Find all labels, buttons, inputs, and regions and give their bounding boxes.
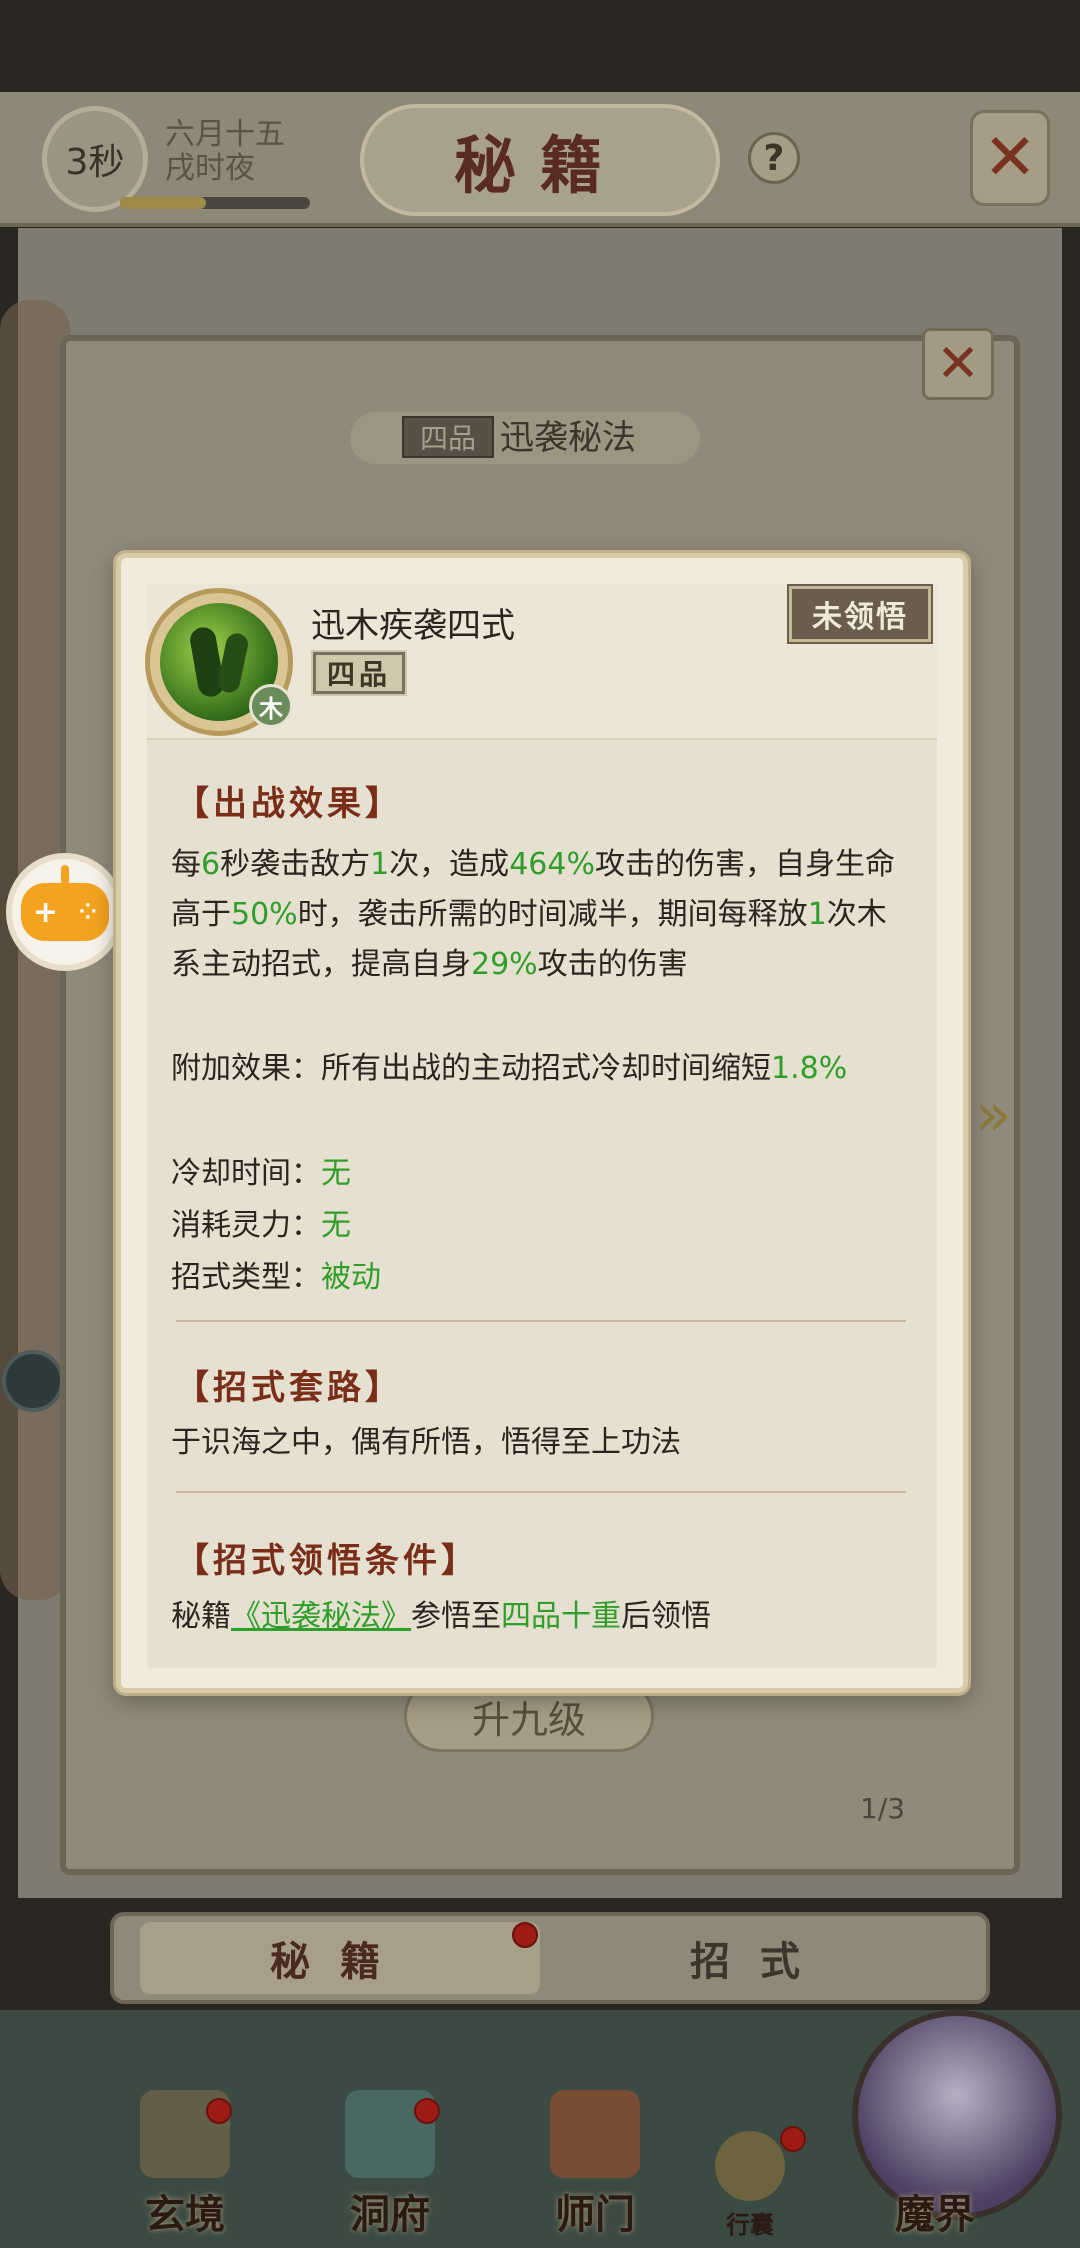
cooldown-row: 冷却时间：无 (171, 1148, 351, 1192)
skill-detail-popup: 木 迅木疾袭四式 四品 未领悟 【出战效果】 每6秒袭击敌方1次，造成464%攻… (116, 553, 968, 1693)
help-icon[interactable]: ? (748, 132, 800, 184)
condition-suffix: 后领悟 (621, 1599, 711, 1634)
book-link[interactable]: 《迅袭秘法》 (231, 1599, 411, 1634)
divider (176, 1320, 906, 1322)
text-fragment: 攻击的伤害 (537, 947, 688, 982)
routine-text: 于识海之中，偶有所悟，悟得至上功法 (171, 1425, 681, 1460)
nav-dongfu[interactable]: 洞府 (315, 2090, 465, 2240)
highlight-value: 50% (231, 897, 298, 932)
type-row: 招式类型：被动 (171, 1252, 381, 1296)
leaf-shape (216, 631, 250, 695)
highlight-value: 1 (807, 897, 827, 932)
gamepad-plus: + (33, 894, 59, 930)
gamepad-dots: ⁘ (78, 899, 97, 925)
condition-prefix: 秘籍 (171, 1599, 231, 1634)
bead-decoration (2, 1350, 64, 1412)
type-value: 被动 (321, 1260, 381, 1295)
condition-level: 四品十重 (501, 1599, 621, 1634)
cost-value: 无 (321, 1208, 351, 1243)
gamepad-stem (61, 865, 69, 885)
text-fragment: 时，袭击所需的时间减半，期间每释放 (297, 897, 808, 932)
cost-row: 消耗灵力：无 (171, 1200, 351, 1244)
type-label: 招式类型： (171, 1260, 321, 1295)
nav-dongfu-notification-dot (414, 2098, 440, 2124)
next-page-arrow-icon[interactable]: » (975, 1080, 1012, 1150)
condition-text: 秘籍《迅袭秘法》参悟至四品十重后领悟 (171, 1592, 916, 1642)
nav-label: 洞府 (350, 2191, 430, 2238)
tab-miji-notification-dot (512, 1922, 538, 1948)
timer-text: 3秒 (65, 142, 125, 183)
tab-miji[interactable]: 秘籍 (140, 1922, 540, 1994)
extra-effect-label: 附加效果：所有出战的主动招式冷却时间缩短 (171, 1051, 771, 1086)
nav-label: 魔界 (895, 2191, 975, 2238)
game-date: 六月十五 戌时夜 (165, 118, 285, 186)
book-grade-badge: 四品 (402, 416, 494, 458)
book-title: 迅袭秘法 (500, 418, 636, 458)
nav-label: 师门 (555, 2191, 635, 2238)
popup-content-bg (147, 584, 937, 1668)
close-icon[interactable]: ✕ (970, 110, 1050, 206)
condition-title: 【招式领悟条件】 (175, 1541, 479, 1581)
nav-shimen[interactable]: 师门 (520, 2090, 670, 2240)
date-line-2: 戌时夜 (165, 151, 255, 186)
battle-effect-title: 【出战效果】 (175, 784, 403, 824)
nav-mojie[interactable]: 魔界 (860, 2090, 1010, 2240)
timer-progress-bar (120, 197, 310, 209)
highlight-value: 1 (370, 847, 390, 882)
date-line-1: 六月十五 (165, 117, 285, 152)
book-close-icon[interactable]: ✕ (922, 328, 994, 400)
extra-effect-value: 1.8% (771, 1051, 848, 1086)
text-fragment: 次，造成 (389, 847, 510, 882)
condition-middle: 参悟至 (411, 1599, 501, 1634)
page-title-plate: 秘籍 (360, 104, 720, 216)
nav-xuanjing[interactable]: 玄境 (110, 2090, 260, 2240)
bag-icon (715, 2131, 785, 2201)
gamepad-float-button[interactable]: + ⁘ (6, 853, 124, 971)
nav-xuanjing-notification-dot (206, 2098, 232, 2124)
nav-xingnang-notification-dot (780, 2126, 806, 2152)
nav-label: 行囊 (726, 2211, 774, 2239)
skill-grade-badge: 四品 (311, 650, 407, 696)
tab-zhaoshi[interactable]: 招式 (560, 1922, 960, 1994)
nav-xingnang[interactable]: 行囊 (690, 2090, 810, 2240)
highlight-value: 6 (201, 847, 221, 882)
battle-effect-text: 每6秒袭击敌方1次，造成464%攻击的伤害，自身生命高于50%时，袭击所需的时间… (171, 840, 916, 990)
skill-name: 迅木疾袭四式 (311, 606, 515, 646)
highlight-value: 29% (471, 947, 538, 982)
nav-label: 玄境 (145, 2191, 225, 2238)
text-fragment: 秒袭击敌方 (220, 847, 371, 882)
text-fragment: 每 (171, 847, 201, 882)
page-indicator: 1/3 (860, 1792, 906, 1825)
highlight-value: 464% (509, 847, 595, 882)
element-wood-badge: 木 (249, 684, 293, 728)
page-title: 秘籍 (453, 129, 626, 202)
skill-status-badge: 未领悟 (787, 584, 933, 644)
divider (176, 1491, 906, 1493)
cost-label: 消耗灵力： (171, 1208, 321, 1243)
banner-icon (550, 2090, 640, 2178)
extra-effect-text: 附加效果：所有出战的主动招式冷却时间缩短1.8% (171, 1044, 916, 1094)
timer-progress-fill (120, 197, 206, 209)
cooldown-value: 无 (321, 1156, 351, 1191)
gamepad-icon: + ⁘ (21, 865, 109, 941)
cooldown-label: 冷却时间： (171, 1156, 321, 1191)
status-bar-area (0, 0, 1080, 90)
routine-title: 【招式套路】 (175, 1368, 403, 1408)
